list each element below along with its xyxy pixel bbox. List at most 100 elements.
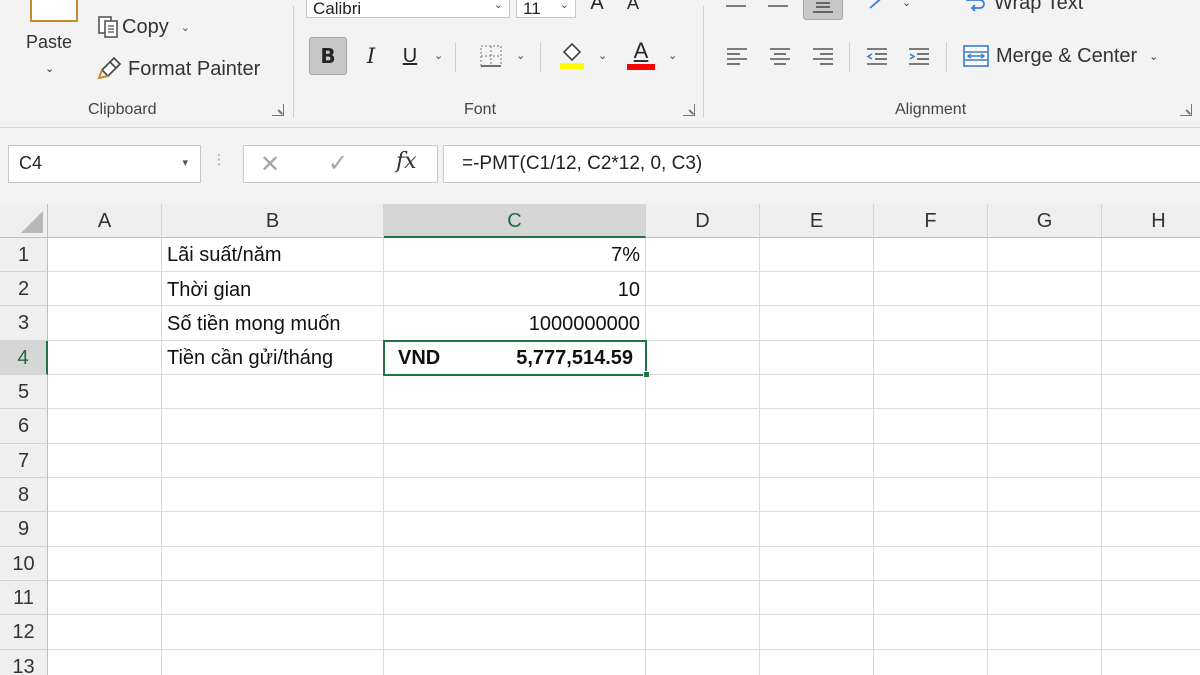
chevron-down-icon[interactable]: ⌄	[560, 0, 569, 11]
borders-icon	[480, 45, 502, 67]
clipboard-group-label: Clipboard	[88, 101, 157, 118]
fill-handle[interactable]	[643, 371, 650, 378]
chevron-down-icon[interactable]: ⌄	[902, 0, 911, 9]
insert-function-icon[interactable]: fx	[396, 149, 417, 174]
clipboard-launcher-icon[interactable]	[272, 104, 284, 116]
enter-icon[interactable]: ✓	[328, 149, 348, 178]
chevron-down-icon[interactable]: ⌄	[1149, 50, 1158, 63]
top-align-icon	[726, 5, 746, 7]
chevron-down-icon[interactable]: ⌄	[516, 49, 525, 62]
decrease-font-size-button[interactable]: A	[618, 0, 648, 16]
splitter-handle[interactable]: ⋮	[212, 152, 226, 166]
chevron-down-icon[interactable]: ⌄	[434, 49, 443, 62]
font-launcher-icon[interactable]	[683, 104, 695, 116]
font-size-value: 11	[523, 0, 541, 18]
select-all-button[interactable]	[0, 204, 48, 238]
top-align-button[interactable]	[720, 0, 752, 16]
font-color-icon: A	[633, 38, 649, 63]
bottom-align-icon	[813, 2, 833, 13]
font-group-label: Font	[464, 101, 497, 118]
cell-b1[interactable]: Lãi suất/năm	[167, 244, 282, 267]
column-header-f[interactable]: F	[874, 204, 988, 238]
row-header-13[interactable]: 13	[0, 650, 48, 675]
gridline	[48, 580, 1200, 581]
gridline	[161, 238, 162, 675]
chevron-down-icon[interactable]: ⌄	[494, 0, 503, 11]
row-header-8[interactable]: 8	[0, 478, 48, 512]
italic-button[interactable]: I	[356, 37, 386, 75]
cell-c2[interactable]: 10	[388, 279, 640, 302]
gridline	[48, 614, 1200, 615]
column-header-c[interactable]: C	[384, 204, 646, 238]
align-left-button[interactable]	[722, 40, 752, 72]
bottom-align-button[interactable]	[803, 0, 843, 20]
chevron-down-icon[interactable]: ⌄	[45, 62, 54, 75]
column-header-d[interactable]: D	[646, 204, 760, 238]
format-painter-label: Format Painter	[128, 57, 261, 80]
column-header-a[interactable]: A	[48, 204, 162, 238]
name-box[interactable]: C4 ▾	[8, 145, 201, 183]
align-left-icon	[727, 48, 747, 65]
merge-center-label: Merge & Center	[996, 44, 1138, 67]
merge-center-button[interactable]: Merge & Center ⌄	[958, 38, 1162, 74]
underline-button[interactable]: U	[398, 37, 422, 75]
bold-button[interactable]: B	[309, 37, 347, 75]
align-right-button[interactable]	[808, 40, 838, 72]
row-header-3[interactable]: 3	[0, 306, 48, 341]
column-header-e[interactable]: E	[760, 204, 874, 238]
paint-bucket-icon	[560, 42, 584, 69]
row-header-7[interactable]: 7	[0, 444, 48, 478]
cell-c3[interactable]: 1000000000	[388, 313, 640, 336]
copy-button[interactable]: Copy ⌄	[90, 10, 196, 44]
column-header-g[interactable]: G	[988, 204, 1102, 238]
increase-indent-button[interactable]	[904, 40, 934, 72]
chevron-down-icon[interactable]: ⌄	[598, 49, 607, 62]
align-center-icon	[770, 48, 790, 65]
cell-c1[interactable]: 7%	[388, 244, 640, 267]
row-header-11[interactable]: 11	[0, 581, 48, 615]
alignment-group-label: Alignment	[895, 101, 967, 118]
active-cell-border	[383, 340, 647, 376]
increase-font-icon: A	[590, 0, 604, 14]
fill-color-button[interactable]	[556, 38, 588, 72]
row-header-1[interactable]: 1	[0, 238, 48, 272]
gridline	[1101, 238, 1102, 675]
orientation-button[interactable]	[862, 0, 894, 16]
gridline	[873, 238, 874, 675]
decrease-indent-button[interactable]	[862, 40, 892, 72]
cell-b3[interactable]: Số tiền mong muốn	[167, 313, 340, 336]
chevron-down-icon[interactable]: ⌄	[181, 21, 190, 34]
column-header-h[interactable]: H	[1102, 204, 1200, 238]
chevron-down-icon[interactable]: ⌄	[668, 49, 677, 62]
font-color-button[interactable]: A	[624, 38, 658, 72]
row-header-2[interactable]: 2	[0, 272, 48, 306]
row-header-10[interactable]: 10	[0, 547, 48, 581]
cell-b4[interactable]: Tiền cần gửi/tháng	[167, 347, 333, 370]
cancel-icon[interactable]: ✕	[260, 150, 280, 179]
wrap-text-button[interactable]: Wrap Text	[958, 0, 1087, 18]
gridline	[48, 649, 1200, 650]
chevron-down-icon[interactable]: ▾	[182, 156, 188, 169]
font-size-combo[interactable]: 11 ⌄	[516, 0, 576, 18]
divider	[455, 42, 456, 72]
select-all-icon	[21, 211, 43, 233]
cell-b2[interactable]: Thời gian	[167, 279, 251, 302]
formula-bar: C4 ▾ ⋮ ✕ ✓ fx =-PMT(C1/12, C2*12, 0, C3)	[0, 128, 1200, 204]
font-name-combo[interactable]: Calibri ⌄	[306, 0, 510, 18]
borders-button[interactable]	[474, 40, 508, 72]
group-divider	[293, 6, 294, 118]
format-painter-button[interactable]: Format Painter	[90, 52, 266, 86]
column-header-b[interactable]: B	[162, 204, 384, 238]
gridline	[645, 238, 646, 675]
increase-font-size-button[interactable]: A	[582, 0, 612, 16]
middle-align-button[interactable]	[762, 0, 794, 16]
gridline	[48, 477, 1200, 478]
alignment-launcher-icon[interactable]	[1180, 104, 1192, 116]
align-center-button[interactable]	[765, 40, 795, 72]
row-header-6[interactable]: 6	[0, 409, 48, 444]
row-header-4[interactable]: 4	[0, 341, 48, 375]
row-header-12[interactable]: 12	[0, 615, 48, 650]
row-header-9[interactable]: 9	[0, 512, 48, 547]
formula-input[interactable]: =-PMT(C1/12, C2*12, 0, C3)	[443, 145, 1200, 183]
row-header-5[interactable]: 5	[0, 375, 48, 409]
